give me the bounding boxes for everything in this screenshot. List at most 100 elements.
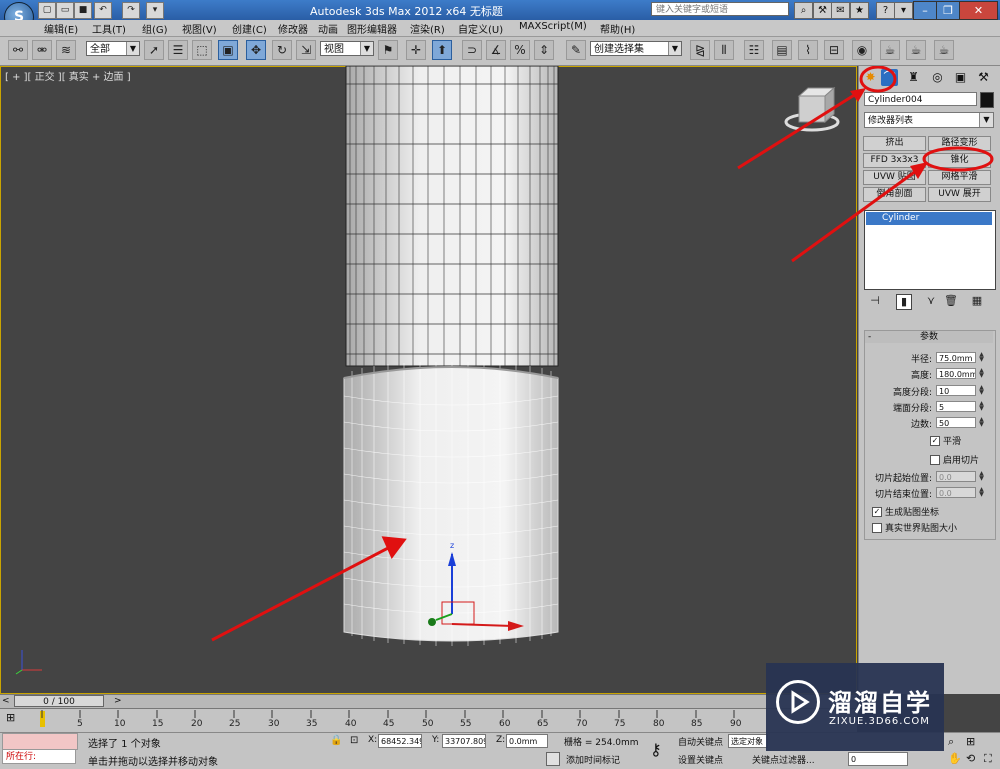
zoom-icon[interactable]: ⌕ — [948, 735, 954, 749]
height-segments-spinner[interactable]: ▲ ▼ — [978, 385, 985, 396]
slice-to-field[interactable]: 0.0 — [936, 487, 976, 498]
snaps-toggle-icon[interactable]: ⊃ — [462, 40, 482, 60]
key-filters-button[interactable]: 关键点过滤器... — [752, 753, 815, 766]
render-production-icon[interactable]: ☕ — [934, 40, 954, 60]
real-world-map-checkbox[interactable] — [872, 523, 882, 533]
height-spinner[interactable]: ▲ ▼ — [978, 368, 985, 379]
save-file-icon[interactable]: ■ — [74, 2, 92, 19]
absolute-mode-icon[interactable]: ⊡ — [350, 735, 358, 746]
lock-selection-icon[interactable]: 🔒 — [330, 735, 342, 746]
unlink-icon[interactable]: ⚮ — [32, 40, 52, 60]
undo-icon[interactable]: ↶ — [94, 2, 112, 19]
communication-icon[interactable]: ✉ — [831, 2, 850, 19]
show-end-result-icon[interactable]: ▮ — [896, 294, 912, 310]
select-and-scale-icon[interactable]: ⇲ — [296, 40, 316, 60]
smooth-checkbox[interactable]: ✓ — [930, 436, 940, 446]
mini-curve-editor-icon[interactable]: ⊞ — [6, 711, 26, 725]
menu-modifiers[interactable]: 修改器 — [278, 21, 308, 36]
menu-customize[interactable]: 自定义(U) — [458, 21, 503, 36]
configure-sets-icon[interactable]: ▦ — [970, 294, 984, 308]
bind-space-warp-icon[interactable]: ≋ — [56, 40, 76, 60]
menu-animation[interactable]: 动画 — [318, 21, 338, 36]
keyboard-shortcut-override-icon[interactable]: ⬆ — [432, 40, 452, 60]
search-input[interactable]: 键入关键字或短语 — [651, 2, 789, 16]
set-key-button[interactable]: 设置关键点 — [678, 753, 723, 766]
height-field[interactable]: 180.0mm — [936, 368, 976, 379]
orbit-icon[interactable]: ⟲ — [966, 752, 975, 765]
time-next-icon[interactable]: > — [114, 696, 122, 706]
pivot-center-icon[interactable]: ⚑ — [378, 40, 398, 60]
radius-field[interactable]: 75.0mm — [936, 352, 976, 363]
current-frame-field[interactable]: 0 — [848, 752, 908, 766]
menu-edit[interactable]: 编辑(E) — [44, 21, 78, 36]
help-icon[interactable]: ? — [876, 2, 895, 19]
remove-modifier-icon[interactable]: 🗑 — [944, 294, 958, 308]
slice-on-checkbox[interactable] — [930, 455, 940, 465]
rendered-frame-icon[interactable]: ☕ — [906, 40, 926, 60]
menu-create[interactable]: 创建(C) — [232, 21, 267, 36]
menu-help[interactable]: 帮助(H) — [600, 21, 635, 36]
material-editor-icon[interactable]: ◉ — [852, 40, 872, 60]
sides-spinner[interactable]: ▲ ▼ — [978, 417, 985, 428]
z-coordinate-field[interactable]: 0.0mm — [506, 734, 548, 748]
redo-icon[interactable]: ↷ — [122, 2, 140, 19]
named-selection-set-dropdown[interactable]: 创建选择集 ▼ — [590, 41, 682, 56]
edit-named-selection-icon[interactable]: ✎ — [566, 40, 586, 60]
close-icon[interactable]: ✕ — [959, 1, 998, 20]
select-object-icon[interactable]: ➚ — [144, 40, 164, 60]
quick-access-dropdown-icon[interactable]: ▾ — [146, 2, 164, 19]
upper-cylinder[interactable] — [345, 66, 559, 367]
link-icon[interactable]: ⚯ — [8, 40, 28, 60]
restore-icon[interactable]: ❐ — [936, 1, 960, 20]
maxscript-listener-mini[interactable] — [2, 733, 78, 750]
slice-from-field[interactable]: 0.0 — [936, 471, 976, 482]
select-and-rotate-icon[interactable]: ↻ — [272, 40, 292, 60]
schematic-view-icon[interactable]: ⊟ — [824, 40, 844, 60]
help-dropdown-icon[interactable]: ▾ — [894, 2, 913, 19]
angle-snap-icon[interactable]: ∡ — [486, 40, 506, 60]
pan-icon[interactable]: ✋ — [948, 752, 962, 765]
time-tag-icon[interactable] — [546, 752, 560, 766]
select-manipulate-icon[interactable]: ✛ — [406, 40, 426, 60]
menu-group[interactable]: 组(G) — [142, 21, 168, 36]
sides-field[interactable]: 50 — [936, 417, 976, 428]
mirror-icon[interactable]: ⧎ — [690, 40, 710, 60]
minimize-icon[interactable]: – — [913, 1, 937, 20]
time-prev-icon[interactable]: < — [2, 696, 10, 706]
rollout-header[interactable]: - 参数 — [865, 331, 993, 343]
time-slider-thumb[interactable]: 0 / 100 — [14, 695, 104, 707]
align-icon[interactable]: ⫴ — [714, 40, 734, 60]
slice-from-spinner[interactable]: ▲ ▼ — [978, 471, 985, 482]
add-time-tag[interactable]: 添加时间标记 — [566, 753, 620, 766]
select-by-name-icon[interactable]: ☰ — [168, 40, 188, 60]
generate-mapping-checkbox[interactable]: ✓ — [872, 507, 882, 517]
pin-stack-icon[interactable]: ⊣ — [868, 294, 882, 308]
y-coordinate-field[interactable]: 33707.809 — [442, 734, 486, 748]
menu-graph-editors[interactable]: 图形编辑器 — [347, 21, 397, 36]
menu-tools[interactable]: 工具(T) — [92, 21, 126, 36]
binoculars-icon[interactable]: ⌕ — [794, 2, 813, 19]
x-coordinate-field[interactable]: 68452.349 — [378, 734, 422, 748]
auto-key-button[interactable]: 自动关键点 — [678, 735, 723, 748]
set-key-icon[interactable]: ⚷ — [650, 740, 662, 759]
render-setup-icon[interactable]: ☕ — [880, 40, 900, 60]
menu-rendering[interactable]: 渲染(R) — [410, 21, 445, 36]
radius-spinner[interactable]: ▲ ▼ — [978, 352, 985, 363]
favorites-icon[interactable]: ★ — [850, 2, 869, 19]
curve-editor-icon[interactable]: ⌇ — [798, 40, 818, 60]
maxscript-status[interactable]: 所在行: — [2, 749, 76, 764]
rectangular-selection-icon[interactable]: ⬚ — [192, 40, 212, 60]
selection-filter-dropdown[interactable]: 全部 ▼ — [86, 41, 140, 56]
window-crossing-icon[interactable]: ▣ — [218, 40, 238, 60]
reference-coordinate-dropdown[interactable]: 视图 ▼ — [320, 41, 374, 56]
maximize-viewport-icon[interactable]: ⛶ — [984, 752, 992, 766]
cap-segments-spinner[interactable]: ▲ ▼ — [978, 401, 985, 412]
time-slider[interactable] — [0, 694, 857, 709]
menu-views[interactable]: 视图(V) — [182, 21, 217, 36]
spinner-snap-icon[interactable]: ⇕ — [534, 40, 554, 60]
graphite-tools-icon[interactable]: ▤ — [772, 40, 792, 60]
open-file-icon[interactable]: ▭ — [56, 2, 74, 19]
selected-filter-dropdown[interactable]: 选定对象 — [728, 734, 768, 748]
cap-segments-field[interactable]: 5 — [936, 401, 976, 412]
menu-maxscript[interactable]: MAXScript(M) — [519, 21, 587, 32]
